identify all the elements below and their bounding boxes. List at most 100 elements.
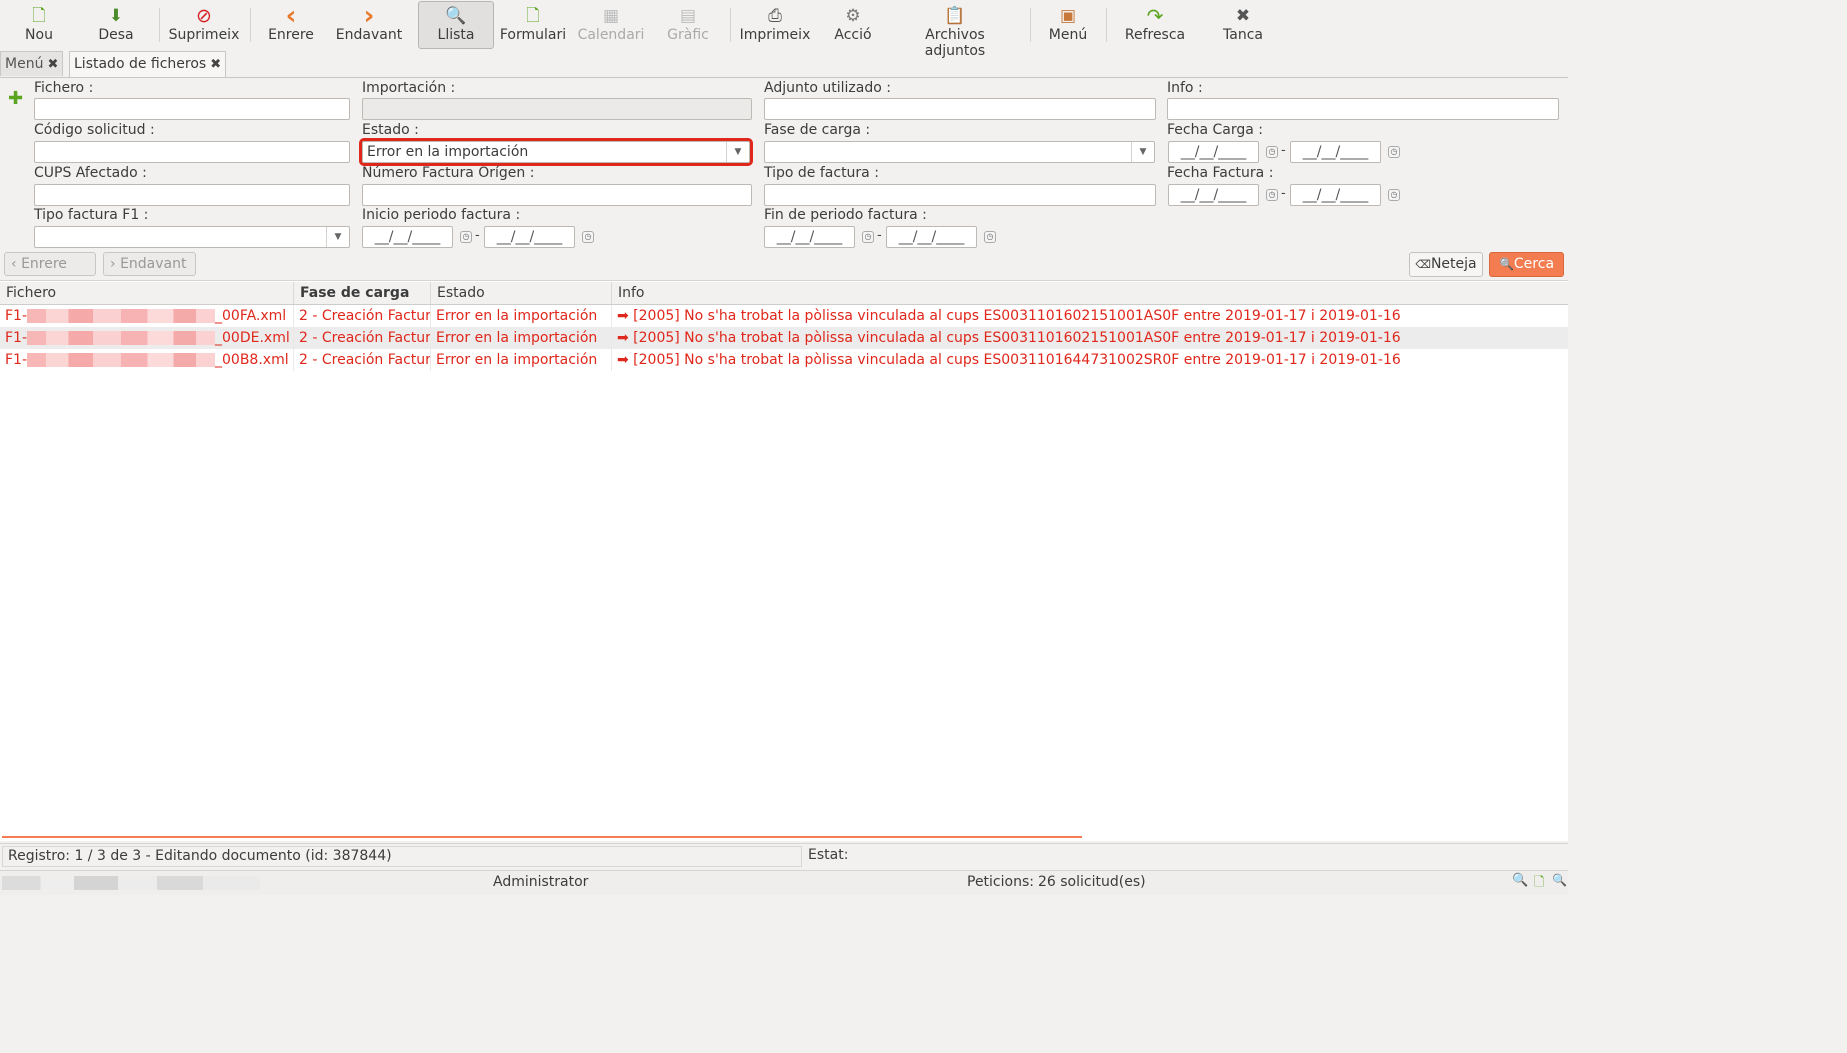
chevron-right-icon: › [110,256,116,272]
zoom-icon[interactable]: 🔍 [1552,873,1567,887]
info-label: Info : [1167,80,1203,96]
delete-button[interactable]: ⊘ Suprimeix [168,2,240,48]
forward-button[interactable]: › Endavant [334,2,404,48]
add-filter-icon[interactable]: ✚ [8,90,23,108]
search-button[interactable]: 🔍Cerca [1489,252,1564,277]
fecha-carga-to-input[interactable]: __/__/____ [1290,141,1381,163]
prev-page-button[interactable]: ‹ Enrere [4,252,96,276]
refresh-button[interactable]: ↷ Refresca [1122,2,1188,48]
column-header-info[interactable]: Info [612,282,1568,304]
back-arrow-icon: ‹ [285,1,297,31]
column-header-fichero[interactable]: Fichero [0,282,294,304]
new-document-icon: 🗋 [32,6,46,26]
delete-icon: ⊘ [196,5,212,27]
clipboard-icon: 📋 [944,6,966,26]
results-table: Fichero Fase de carga Estado Info F1- _00… [0,280,1568,841]
tipo-factura-input[interactable] [764,184,1156,206]
printer-icon: ⎙ [768,6,782,26]
fase-carga-select[interactable]: ▼ [764,141,1155,163]
redacted-filename [27,331,216,345]
tab-menu[interactable]: Menú ✖ [0,51,64,76]
menu-button[interactable]: ▣ Menú [1044,2,1092,48]
loading-progress-bar [2,836,1082,838]
cell-fase: 2 - Creación Factura [294,349,431,371]
column-header-estado[interactable]: Estado [431,282,612,304]
cups-afectado-input[interactable] [34,184,350,206]
fecha-carga-from-input[interactable]: __/__/____ [1168,141,1259,163]
fecha-factura-to-input[interactable]: __/__/____ [1290,184,1381,206]
next-page-button[interactable]: › Endavant [103,252,196,276]
calendar-picker-icon[interactable]: ◷ [984,231,996,243]
inicio-periodo-to-input[interactable]: __/__/____ [484,226,575,248]
redacted-filename [27,309,216,323]
new-document-icon[interactable]: 🗋 [1534,873,1544,895]
calendar-picker-icon[interactable]: ◷ [582,231,594,243]
save-icon: ⬇ [108,6,124,26]
forward-arrow-icon: › [363,1,375,31]
importacion-input[interactable] [362,98,752,120]
cell-fichero: F1- _00B8.xml [0,349,294,371]
calendar-picker-icon[interactable]: ◷ [1266,189,1278,201]
record-status: Registro: 1 / 3 de 3 - Editando document… [2,846,802,867]
chevron-down-icon[interactable]: ▼ [326,227,349,247]
estado-select[interactable]: Error en la importación ▼ [359,138,753,166]
calendar-picker-icon[interactable]: ◷ [1266,146,1278,158]
codigo-solicitud-label: Código solicitud : [34,122,155,138]
requests-label: Peticions: [967,874,1034,890]
back-button[interactable]: ‹ Enrere [264,2,318,48]
new-button[interactable]: 🗋 Nou [16,2,62,48]
user-name: Administrator [493,874,589,890]
fecha-factura-from-input[interactable]: __/__/____ [1168,184,1259,206]
menu-icon: ▣ [1059,6,1077,26]
form-view-button[interactable]: 🗋 Formulari [498,2,568,48]
tipo-factura-f1-select[interactable]: ▼ [34,226,350,248]
action-button[interactable]: ⚙ Acció [830,2,876,48]
importacion-label: Importación : [362,80,456,96]
close-button[interactable]: ✖ Tanca [1218,2,1268,48]
fin-periodo-to-input[interactable]: __/__/____ [886,226,977,248]
column-header-fase-carga[interactable]: Fase de carga [294,282,431,304]
estado-selected-value: Error en la importación [367,144,529,160]
adjunto-input[interactable] [764,98,1156,120]
close-tab-icon[interactable]: ✖ [47,57,58,72]
chevron-down-icon[interactable]: ▼ [1131,142,1154,162]
save-button[interactable]: ⬇ Desa [92,2,140,48]
print-button[interactable]: ⎙ Imprimeix [738,2,812,48]
calendar-picker-icon[interactable]: ◷ [1388,189,1400,201]
clear-button[interactable]: ⌫Neteja [1409,252,1483,277]
fichero-input[interactable] [34,98,350,120]
bottom-bar: Administrator Peticions: 26 solicitud(es… [0,870,1568,895]
chart-view-button[interactable]: ▤ Gràfic [664,2,712,48]
calendar-picker-icon[interactable]: ◷ [862,231,874,243]
close-icon: ✖ [1235,6,1251,26]
fin-periodo-from-input[interactable]: __/__/____ [764,226,855,248]
fecha-factura-label: Fecha Factura : [1167,165,1274,181]
numero-factura-label: Número Factura Orígen : [362,165,535,181]
table-row[interactable]: F1- _00DE.xml 2 - Creación Factura Error … [0,327,1568,349]
attachments-button[interactable]: 📋 Archivos adjuntos [894,2,1016,59]
tab-listado-ficheros[interactable]: Listado de ficheros ✖ [69,51,227,77]
calendar-view-button[interactable]: ▦ Calendari [576,2,646,48]
inicio-periodo-from-input[interactable]: __/__/____ [362,226,453,248]
chevron-down-icon[interactable]: ▼ [726,142,749,162]
cell-fase: 2 - Creación Factura [294,305,431,327]
info-input[interactable] [1167,98,1559,120]
numero-factura-input[interactable] [362,184,752,206]
redacted-server-info [2,876,260,890]
tipo-factura-f1-label: Tipo factura F1 : [34,207,149,223]
codigo-solicitud-input[interactable] [34,141,350,163]
search-icon[interactable]: 🔍 [1512,873,1528,888]
table-row[interactable]: F1- _00B8.xml 2 - Creación Factura Error … [0,349,1568,371]
table-row[interactable]: F1- _00FA.xml 2 - Creación Factura Error … [0,305,1568,327]
list-view-button[interactable]: 🔍 Llista [418,1,494,49]
status-bar: Registro: 1 / 3 de 3 - Editando document… [0,843,1568,869]
calendar-picker-icon[interactable]: ◷ [460,231,472,243]
close-tab-icon[interactable]: ✖ [210,57,221,72]
chevron-left-icon: ‹ [11,256,17,272]
cell-fichero: F1- _00DE.xml [0,327,294,349]
search-icon: 🔍 [1498,257,1514,271]
search-list-icon: 🔍 [445,6,467,26]
cell-info: ➡ [2005] No s'ha trobat la pòlissa vincu… [617,330,1401,346]
calendar-picker-icon[interactable]: ◷ [1388,146,1400,158]
fecha-carga-label: Fecha Carga : [1167,122,1263,138]
